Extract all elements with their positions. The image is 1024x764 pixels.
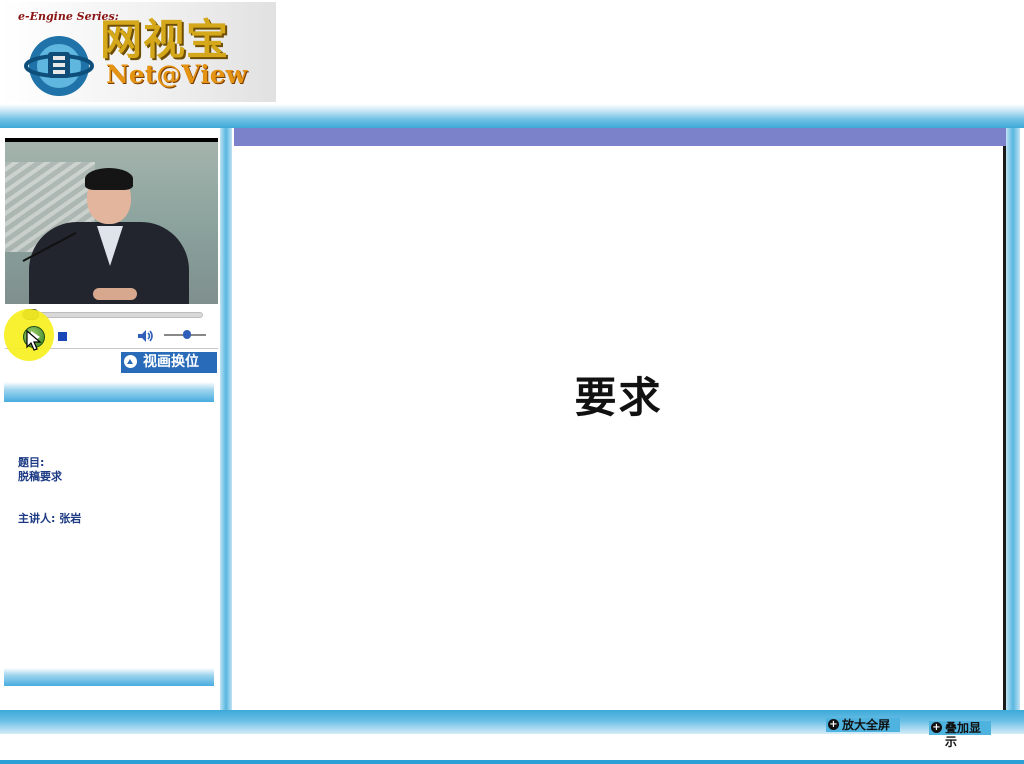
- presenter-hands: [93, 288, 137, 300]
- fullscreen-label: 放大全屏: [842, 718, 891, 732]
- brand-english: Net@View: [106, 60, 248, 89]
- mouse-pointer-icon: [26, 330, 42, 351]
- overlay-button[interactable]: + 叠加显示: [929, 721, 991, 749]
- swap-view-button[interactable]: 视画换位: [121, 352, 217, 373]
- speaker-icon[interactable]: [137, 329, 155, 343]
- volume-handle[interactable]: [183, 330, 192, 339]
- plus-icon: +: [931, 722, 942, 733]
- fullscreen-button[interactable]: + 放大全屏: [826, 718, 900, 732]
- logo: e-Engine Series: 网视宝 Net@View: [2, 2, 276, 102]
- bottom-edge-line: [0, 760, 1024, 764]
- left-rail: [220, 128, 232, 710]
- top-divider-band: [0, 104, 1024, 128]
- swap-view-label: 视画换位: [143, 354, 199, 370]
- info-band-top: [4, 382, 214, 402]
- slide-content-text: 要求: [574, 373, 663, 422]
- topic-value: 脱稿要求: [18, 470, 62, 483]
- header: e-Engine Series: 网视宝 Net@View: [0, 0, 1024, 104]
- chevron-up-icon: [124, 355, 137, 368]
- presenter-hair: [85, 168, 133, 190]
- plus-icon: +: [828, 719, 839, 730]
- topic-label: 题目:: [18, 456, 45, 469]
- speaker-label: 主讲人:: [18, 512, 56, 525]
- slide-title-bar: [234, 128, 1006, 146]
- video-player[interactable]: [5, 138, 218, 304]
- brand-chinese: 网视宝: [100, 15, 230, 64]
- logo-emblem-icon: [24, 36, 94, 96]
- speaker-name: 张岩: [59, 512, 82, 525]
- info-band-bottom: [4, 668, 214, 686]
- speaker-line: 主讲人: 张岩: [18, 512, 81, 526]
- stop-button[interactable]: [58, 332, 67, 341]
- footer-area: [0, 734, 1024, 760]
- right-rail: [1006, 128, 1020, 710]
- seek-bar[interactable]: [21, 312, 203, 318]
